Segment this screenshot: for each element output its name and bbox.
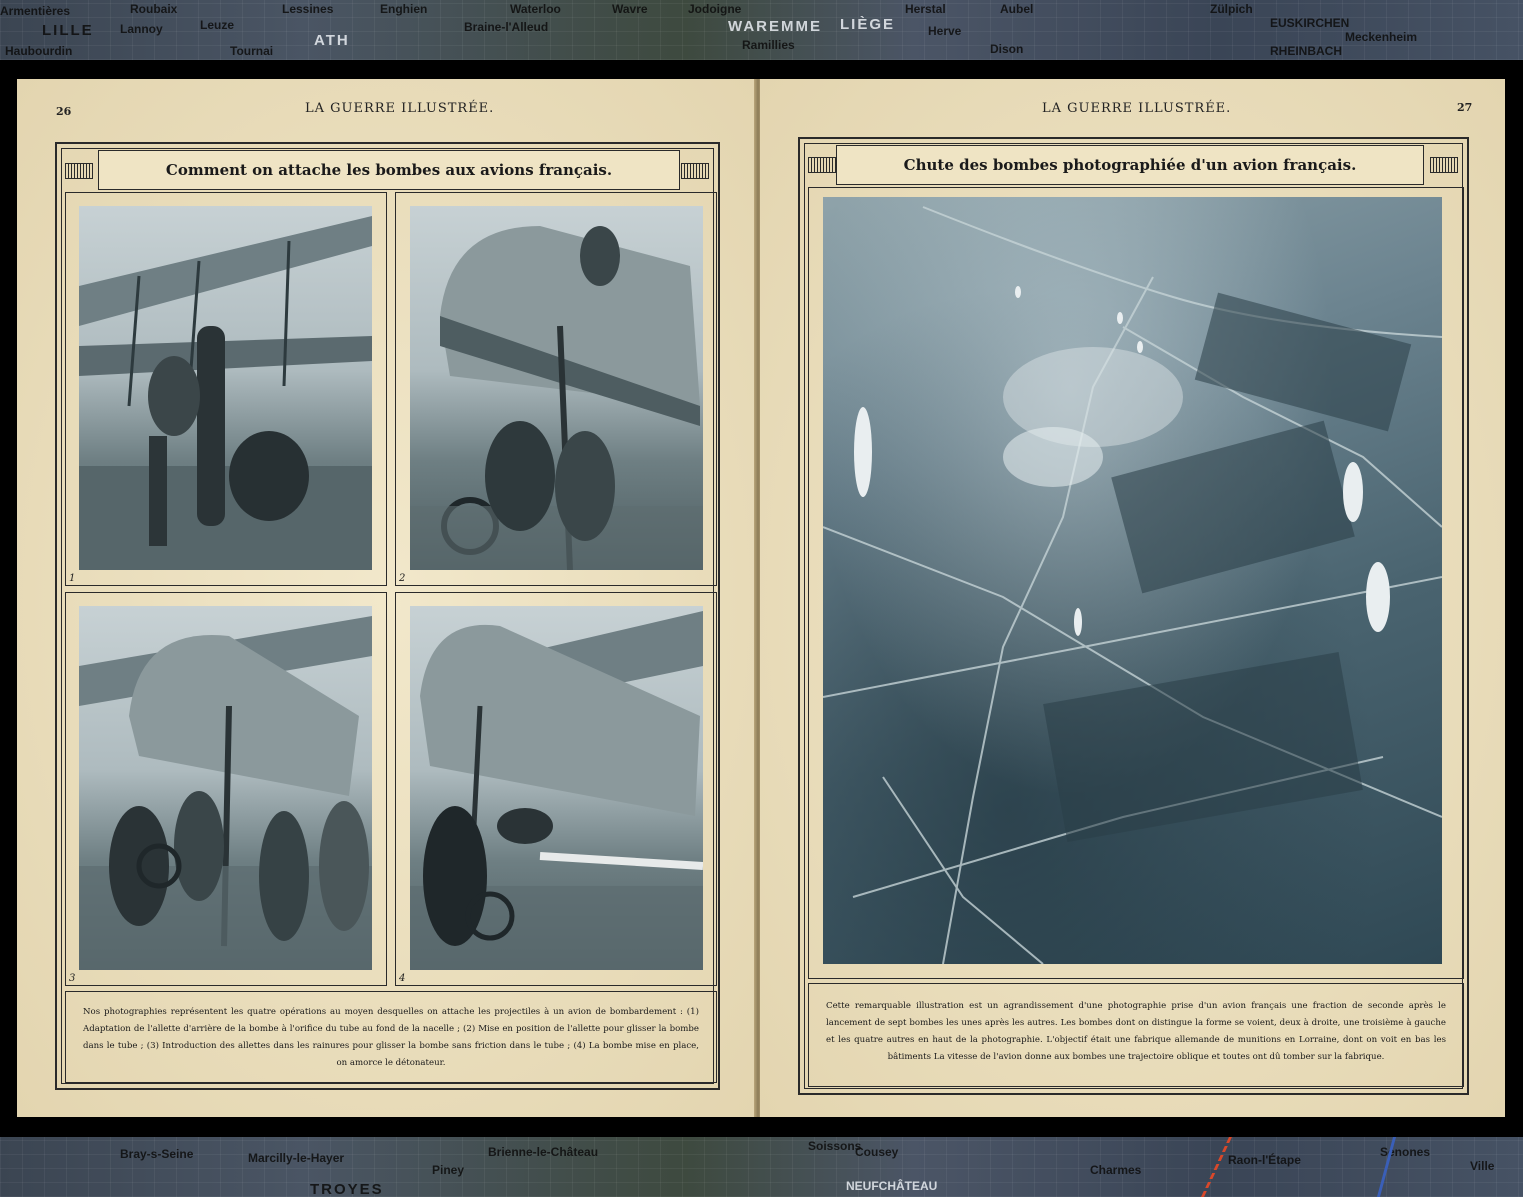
map-place: Roubaix <box>130 2 178 16</box>
photo-bomb-attach-2 <box>410 206 703 570</box>
map-place: Charmes <box>1090 1163 1142 1177</box>
ornament <box>65 163 93 179</box>
map-place: NEUFCHÂTEAU <box>846 1179 938 1193</box>
map-place: Ville <box>1470 1159 1495 1173</box>
caption-text: Cette remarquable illustration est un ag… <box>826 1001 1446 1062</box>
photo-number: 2 <box>399 573 406 584</box>
map-place: Jodoigne <box>688 2 742 16</box>
photo-number: 3 <box>69 973 76 984</box>
map-place: Braine-l'Alleud <box>464 20 549 34</box>
map-place: TROYES <box>310 1181 384 1197</box>
map-place: Lessines <box>282 2 334 16</box>
map-place: Soissons <box>808 1139 862 1153</box>
page-number: 27 <box>1457 101 1473 114</box>
map-place: Enghien <box>380 2 428 16</box>
map-place: Piney <box>432 1163 465 1177</box>
photo-number: 1 <box>69 573 76 584</box>
map-place: Dison <box>990 42 1024 56</box>
running-head: LA GUERRE ILLUSTRÉE. <box>1042 101 1232 116</box>
map-place: Herve <box>928 24 962 38</box>
section-title: Chute des bombes photographiée d'un avio… <box>836 145 1424 185</box>
right-page: LA GUERRE ILLUSTRÉE. 27 Chute des bombes… <box>760 79 1505 1117</box>
ornament <box>808 157 836 173</box>
map-place: Armentières <box>0 4 71 18</box>
map-place: Meckenheim <box>1345 30 1418 44</box>
left-page: 26 LA GUERRE ILLUSTRÉE. Comment on attac… <box>17 79 756 1117</box>
map-background-top: Armentières Roubaix LILLE Lannoy Haubour… <box>0 0 1523 60</box>
map-place: LILLE <box>42 22 94 39</box>
magazine-spread: 26 LA GUERRE ILLUSTRÉE. Comment on attac… <box>17 79 1505 1117</box>
map-place: Leuze <box>200 18 235 32</box>
photo-bomb-attach-4 <box>410 606 703 970</box>
aerial-photo-bombs-falling <box>823 197 1442 964</box>
section-title: Comment on attache les bombes aux avions… <box>98 150 680 190</box>
map-place: LIÈGE <box>840 16 896 33</box>
caption-text: Nos photographies représentent les quatr… <box>83 1007 699 1068</box>
map-place: Brienne-le-Château <box>488 1145 599 1159</box>
photo-bomb-attach-3 <box>79 606 372 970</box>
map-place: ATH <box>314 32 350 49</box>
map-background-bottom: Bray-s-Seine Marcilly-le-Hayer TROYES Pi… <box>0 1137 1523 1197</box>
map-place: Haubourdin <box>5 44 73 58</box>
photo-bomb-attach-1 <box>79 206 372 570</box>
running-head: LA GUERRE ILLUSTRÉE. <box>305 101 495 116</box>
map-place: Bray-s-Seine <box>120 1147 194 1161</box>
page-number: 26 <box>56 105 72 118</box>
map-place: Herstal <box>905 2 946 16</box>
map-place: Lannoy <box>120 22 163 36</box>
map-place: RHEINBACH <box>1270 44 1342 58</box>
map-place: Marcilly-le-Hayer <box>248 1151 345 1165</box>
map-place: Ramillies <box>742 38 795 52</box>
map-place: Raon-l'Étape <box>1228 1153 1301 1167</box>
ornament <box>681 163 709 179</box>
photo-number: 4 <box>399 973 406 984</box>
ornament <box>1430 157 1458 173</box>
map-place: EUSKIRCHEN <box>1270 16 1350 30</box>
map-place: Tournai <box>230 44 274 58</box>
map-place: Waterloo <box>510 2 561 16</box>
map-place: WAREMME <box>728 18 822 35</box>
map-place: Cousey <box>855 1145 899 1159</box>
map-place: Wavre <box>612 2 648 16</box>
map-place: Aubel <box>1000 2 1034 16</box>
map-place: Zülpich <box>1210 2 1253 16</box>
